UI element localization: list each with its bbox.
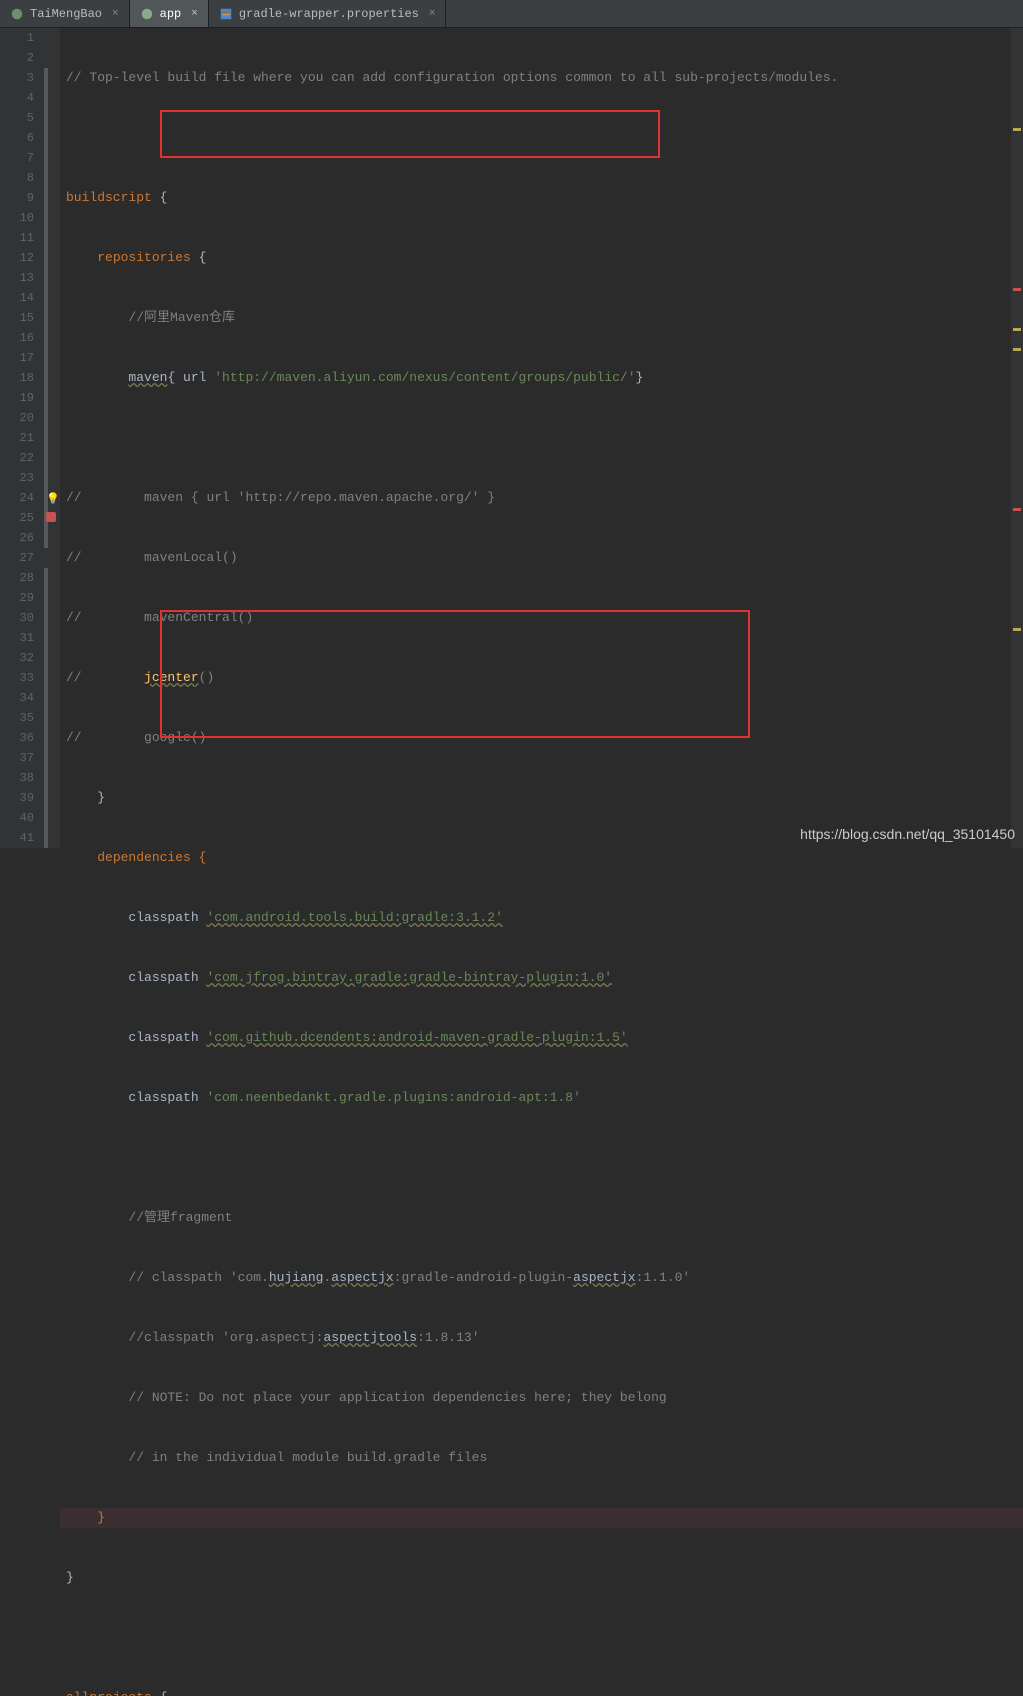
lightbulb-icon[interactable]: 💡: [46, 492, 58, 504]
code-editor[interactable]: 1234567891011121314151617181920212223242…: [0, 28, 1023, 848]
line-number: 35: [0, 708, 34, 728]
line-number: 19: [0, 388, 34, 408]
gradle-icon: [140, 7, 154, 21]
line-number: 7: [0, 148, 34, 168]
line-number: 16: [0, 328, 34, 348]
close-icon[interactable]: ×: [191, 8, 198, 20]
error-icon[interactable]: [46, 512, 56, 522]
line-number: 28: [0, 568, 34, 588]
line-number: 2: [0, 48, 34, 68]
line-number: 25: [0, 508, 34, 528]
line-number: 10: [0, 208, 34, 228]
line-number: 36: [0, 728, 34, 748]
close-icon[interactable]: ×: [429, 8, 436, 20]
line-number: 1: [0, 28, 34, 48]
line-number: 4: [0, 88, 34, 108]
scrollbar-warn-mark: [1013, 348, 1021, 351]
line-number: 21: [0, 428, 34, 448]
line-number: 8: [0, 168, 34, 188]
tab-label: TaiMengBao: [30, 7, 102, 21]
line-number: 5: [0, 108, 34, 128]
tab-gradle-wrapper[interactable]: gradle-wrapper.properties ×: [209, 0, 447, 27]
tab-taimengbao[interactable]: TaiMengBao ×: [0, 0, 130, 27]
line-number: 32: [0, 648, 34, 668]
line-number: 26: [0, 528, 34, 548]
line-number: 41: [0, 828, 34, 848]
line-number: 22: [0, 448, 34, 468]
gutter-marks: 💡: [44, 28, 60, 848]
tab-app[interactable]: app ×: [130, 0, 209, 27]
vertical-scrollbar[interactable]: [1011, 28, 1023, 848]
line-number: 27: [0, 548, 34, 568]
code-text: // Top-level build file where you can ad…: [66, 70, 838, 85]
scrollbar-error-mark: [1013, 288, 1021, 291]
line-number: 13: [0, 268, 34, 288]
scrollbar-warn-mark: [1013, 328, 1021, 331]
line-number: 9: [0, 188, 34, 208]
line-number-gutter: 1234567891011121314151617181920212223242…: [0, 28, 44, 848]
line-number: 34: [0, 688, 34, 708]
line-number: 11: [0, 228, 34, 248]
tab-label: gradle-wrapper.properties: [239, 7, 419, 21]
line-number: 31: [0, 628, 34, 648]
line-number: 17: [0, 348, 34, 368]
line-number: 12: [0, 248, 34, 268]
line-number: 14: [0, 288, 34, 308]
close-icon[interactable]: ×: [112, 8, 119, 20]
watermark-text: https://blog.csdn.net/qq_35101450: [800, 826, 1015, 842]
line-number: 33: [0, 668, 34, 688]
line-number: 15: [0, 308, 34, 328]
properties-icon: [219, 7, 233, 21]
editor-tabs: TaiMengBao × app × gradle-wrapper.proper…: [0, 0, 1023, 28]
line-number: 24: [0, 488, 34, 508]
tab-label: app: [160, 7, 182, 21]
line-number: 38: [0, 768, 34, 788]
line-number: 6: [0, 128, 34, 148]
line-number: 40: [0, 808, 34, 828]
line-number: 3: [0, 68, 34, 88]
line-number: 29: [0, 588, 34, 608]
code-area[interactable]: // Top-level build file where you can ad…: [60, 28, 1023, 848]
scrollbar-warn-mark: [1013, 128, 1021, 131]
scrollbar-warn-mark: [1013, 628, 1021, 631]
line-number: 20: [0, 408, 34, 428]
line-number: 37: [0, 748, 34, 768]
scrollbar-error-mark: [1013, 508, 1021, 511]
line-number: 39: [0, 788, 34, 808]
line-number: 30: [0, 608, 34, 628]
gradle-icon: [10, 7, 24, 21]
line-number: 23: [0, 468, 34, 488]
line-number: 18: [0, 368, 34, 388]
